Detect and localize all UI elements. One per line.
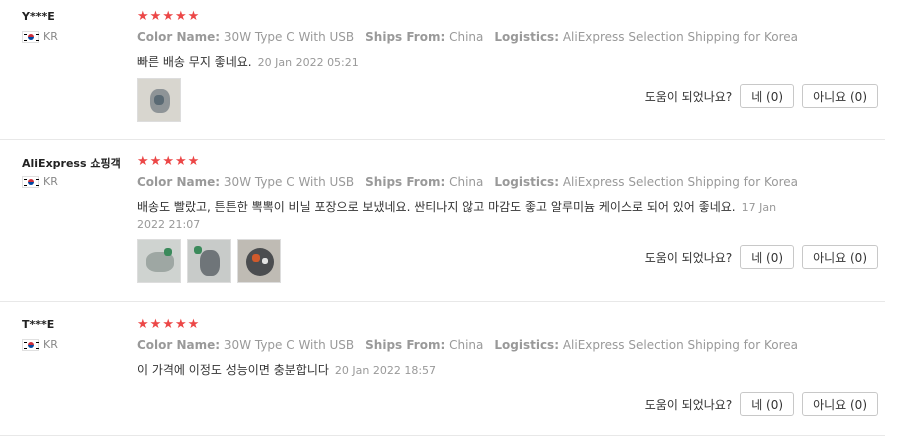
product-attributes: Color Name: 30W Type C With USB Ships Fr…: [137, 338, 798, 352]
helpful-no-button[interactable]: 아니요 (0): [802, 245, 878, 269]
attr-color-value: 30W Type C With USB: [223, 338, 355, 352]
review-photo[interactable]: [137, 239, 181, 283]
star-icon: ★: [149, 154, 162, 169]
attr-color-label: Color Name:: [137, 30, 221, 44]
review-item: T***E KR ★ ★ ★ ★ ★ Color Name: 30W Type …: [0, 304, 885, 436]
reviewer-country: KR: [22, 30, 58, 43]
country-code: KR: [43, 175, 58, 188]
attr-color-value: 30W Type C With USB: [223, 175, 355, 189]
korea-flag-icon: [22, 175, 39, 188]
star-icon: ★: [137, 317, 149, 332]
review-content: ★ ★ ★ ★ ★ Color Name: 30W Type C With US…: [137, 10, 882, 130]
helpful-section: 도움이 되었나요? 네 (0) 아니요 (0): [645, 392, 878, 416]
star-icon: ★: [187, 317, 200, 332]
helpful-label: 도움이 되었나요?: [644, 250, 733, 265]
attr-ships-label: Ships From:: [365, 338, 446, 352]
helpful-section: 도움이 되었나요? 네 (0) 아니요 (0): [645, 84, 878, 108]
attr-ships-value: China: [449, 175, 484, 189]
star-icon: ★: [149, 317, 162, 332]
star-icon: ★: [162, 317, 174, 332]
review-photo[interactable]: [137, 78, 181, 122]
review-photo[interactable]: [237, 239, 281, 283]
review-date: 20 Jan 2022 18:57: [334, 364, 437, 377]
star-icon: ★: [187, 154, 200, 169]
helpful-no-button[interactable]: 아니요 (0): [802, 84, 878, 108]
country-code: KR: [43, 30, 58, 43]
attr-logistics-label: Logistics:: [494, 30, 559, 44]
reviewer-name: T***E: [22, 318, 55, 331]
review-body: 배송도 빨랐고, 튼튼한 뽁뽁이 비닐 포장으로 보냈네요. 싼티나지 않고 마…: [137, 200, 736, 214]
review-content: ★ ★ ★ ★ ★ Color Name: 30W Type C With US…: [137, 318, 882, 428]
attr-logistics-value: AliExpress Selection Shipping for Korea: [562, 338, 798, 352]
attr-color-label: Color Name:: [137, 175, 221, 189]
attr-logistics-value: AliExpress Selection Shipping for Korea: [562, 30, 798, 44]
product-attributes: Color Name: 30W Type C With USB Ships Fr…: [137, 30, 798, 44]
star-icon: ★: [149, 9, 162, 24]
attr-color-value: 30W Type C With USB: [223, 30, 355, 44]
helpful-yes-button[interactable]: 네 (0): [740, 245, 795, 269]
review-photos: [137, 78, 181, 122]
review-text: 빠른 배송 무지 좋네요. 20 Jan 2022 05:21: [137, 54, 777, 71]
attr-logistics-value: AliExpress Selection Shipping for Korea: [562, 175, 798, 189]
helpful-label: 도움이 되었나요?: [644, 397, 733, 412]
helpful-yes-button[interactable]: 네 (0): [740, 84, 795, 108]
review-text: 배송도 빨랐고, 튼튼한 뽁뽁이 비닐 포장으로 보냈네요. 싼티나지 않고 마…: [137, 199, 787, 233]
star-icon: ★: [174, 154, 187, 169]
product-attributes: Color Name: 30W Type C With USB Ships Fr…: [137, 175, 798, 189]
attr-logistics-label: Logistics:: [494, 175, 559, 189]
attr-ships-label: Ships From:: [365, 175, 446, 189]
reviewer-country: KR: [22, 175, 58, 188]
attr-ships-value: China: [449, 30, 484, 44]
rating-stars: ★ ★ ★ ★ ★: [137, 10, 199, 23]
rating-stars: ★ ★ ★ ★ ★: [137, 318, 199, 331]
review-content: ★ ★ ★ ★ ★ Color Name: 30W Type C With US…: [137, 155, 882, 295]
country-code: KR: [43, 338, 58, 351]
star-icon: ★: [137, 154, 149, 169]
review-list: Y***E KR ★ ★ ★ ★ ★ Color Name: 30W Type …: [0, 0, 900, 440]
helpful-no-button[interactable]: 아니요 (0): [802, 392, 878, 416]
review-body: 이 가격에 이정도 성능이면 충분합니다: [137, 363, 329, 377]
attr-ships-label: Ships From:: [365, 30, 446, 44]
review-photos: [137, 239, 281, 283]
helpful-label: 도움이 되었나요?: [644, 89, 733, 104]
helpful-yes-button[interactable]: 네 (0): [740, 392, 795, 416]
korea-flag-icon: [22, 338, 39, 351]
star-icon: ★: [174, 317, 187, 332]
review-item: AliExpress 쇼핑객 KR ★ ★ ★ ★ ★ Color Name: …: [0, 142, 885, 302]
star-icon: ★: [162, 154, 174, 169]
reviewer-name: Y***E: [22, 10, 55, 23]
star-icon: ★: [174, 9, 187, 24]
reviewer-name: AliExpress 쇼핑객: [22, 157, 121, 170]
review-item: Y***E KR ★ ★ ★ ★ ★ Color Name: 30W Type …: [0, 0, 885, 140]
reviewer-country: KR: [22, 338, 58, 351]
rating-stars: ★ ★ ★ ★ ★: [137, 155, 199, 168]
helpful-section: 도움이 되었나요? 네 (0) 아니요 (0): [645, 245, 878, 269]
attr-color-label: Color Name:: [137, 338, 221, 352]
star-icon: ★: [162, 9, 174, 24]
korea-flag-icon: [22, 30, 39, 43]
attr-ships-value: China: [449, 338, 484, 352]
review-text: 이 가격에 이정도 성능이면 충분합니다 20 Jan 2022 18:57: [137, 362, 777, 379]
attr-logistics-label: Logistics:: [494, 338, 559, 352]
review-date: 20 Jan 2022 05:21: [257, 56, 359, 69]
star-icon: ★: [187, 9, 200, 24]
review-body: 빠른 배송 무지 좋네요.: [137, 55, 252, 69]
star-icon: ★: [137, 9, 149, 24]
review-photo[interactable]: [187, 239, 231, 283]
